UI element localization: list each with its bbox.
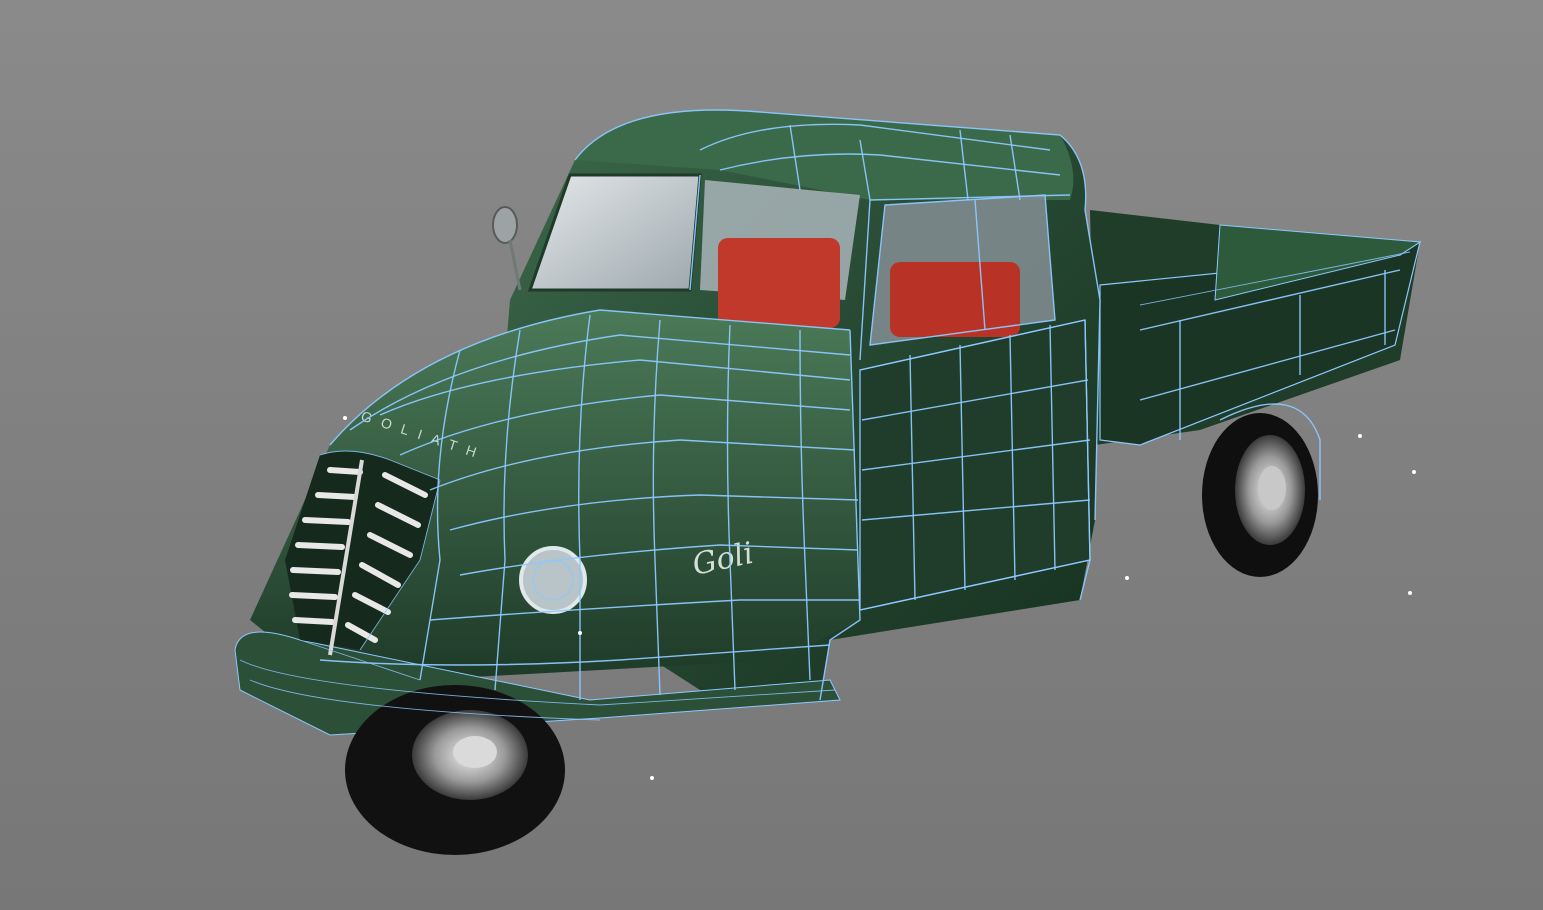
truck-model-render[interactable]: GOLIATH Goli [0, 0, 1543, 910]
side-mirror [492, 206, 522, 291]
front-wheel [345, 685, 565, 855]
driver-seat [718, 238, 840, 328]
rear-wheel [1202, 403, 1321, 577]
passenger-seat [890, 262, 1020, 337]
cargo-bed [1090, 210, 1422, 446]
3d-viewport[interactable]: GOLIATH Goli [0, 0, 1543, 910]
